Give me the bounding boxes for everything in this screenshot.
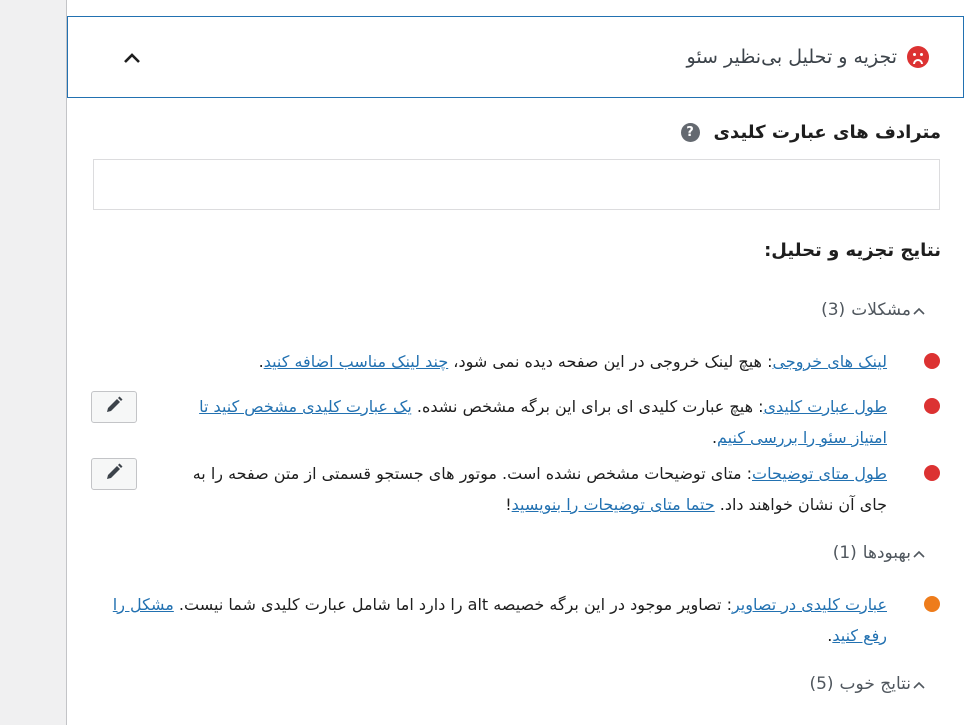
result-meta-description: طول متای توضیحات: متای توضیحات مشخص نشده… [172, 458, 887, 520]
sad-face-icon [907, 46, 929, 68]
result-text: : هیچ عبارت کلیدی ای برای این برگه مشخص … [411, 397, 764, 416]
chevron-up-icon [913, 675, 925, 693]
edit-keyphrase-button[interactable] [91, 391, 137, 423]
good-results-toggle[interactable]: نتایج خوب (5) [809, 674, 925, 694]
help-icon[interactable]: ? [680, 123, 700, 142]
meta-description-link[interactable]: طول متای توضیحات [752, 464, 887, 483]
improvement-status-icon [924, 596, 940, 612]
seo-panel: تجزیه و تحلیل بی‌نظیر سئو مترادف های عبا… [67, 0, 977, 725]
seo-analysis-header[interactable]: تجزیه و تحلیل بی‌نظیر سئو [67, 16, 964, 98]
improvements-count: (1) [832, 543, 857, 563]
pencil-icon [104, 395, 124, 419]
problem-status-icon [924, 465, 940, 481]
improvements-toggle[interactable]: بهبودها (1) [833, 543, 925, 563]
good-results-label: نتایج خوب [839, 674, 911, 694]
result-image-keyphrase: عبارت کلیدی در تصاویر: تصاویر موجود در ا… [107, 589, 887, 651]
edit-meta-button[interactable] [91, 458, 137, 490]
pencil-icon [104, 462, 124, 486]
improvements-label: بهبودها [862, 543, 911, 563]
problems-toggle[interactable]: مشکلات (3) [821, 300, 925, 320]
left-gutter [0, 0, 66, 725]
chevron-up-icon [913, 544, 925, 562]
synonyms-input[interactable] [93, 159, 940, 210]
result-text: : تصاویر موجود در این برگه خصیصه alt را … [173, 595, 732, 614]
outbound-links-link[interactable]: لینک های خروجی [772, 352, 887, 371]
good-results-count: (5) [809, 674, 834, 694]
problem-status-icon [924, 353, 940, 369]
result-keyphrase-length: طول عبارت کلیدی: هیچ عبارت کلیدی ای برای… [172, 391, 887, 453]
result-outbound-links: لینک های خروجی: هیچ لینک خروجی در این صف… [97, 346, 887, 377]
chevron-up-icon[interactable] [123, 45, 141, 70]
problems-label: مشکلات [851, 300, 911, 320]
add-links-link[interactable]: چند لینک مناسب اضافه کنید [264, 352, 449, 371]
synonyms-label-row: مترادف های عبارت کلیدی ? [680, 122, 941, 143]
problems-count: (3) [821, 300, 846, 320]
synonyms-label: مترادف های عبارت کلیدی [713, 122, 941, 143]
section-title: تجزیه و تحلیل بی‌نظیر سئو [686, 46, 898, 68]
problem-status-icon [924, 398, 940, 414]
chevron-up-icon [913, 301, 925, 319]
keyphrase-length-link[interactable]: طول عبارت کلیدی [764, 397, 888, 416]
result-text: : هیچ لینک خروجی در این صفحه دیده نمی شو… [448, 352, 773, 371]
image-keyphrase-link[interactable]: عبارت کلیدی در تصاویر [732, 595, 887, 614]
write-meta-link[interactable]: حتما متای توضیحات را بنویسید [512, 495, 715, 514]
analysis-results-title: نتایج تجزیه و تحلیل: [764, 240, 941, 261]
header-title-group: تجزیه و تحلیل بی‌نظیر سئو [686, 46, 929, 68]
